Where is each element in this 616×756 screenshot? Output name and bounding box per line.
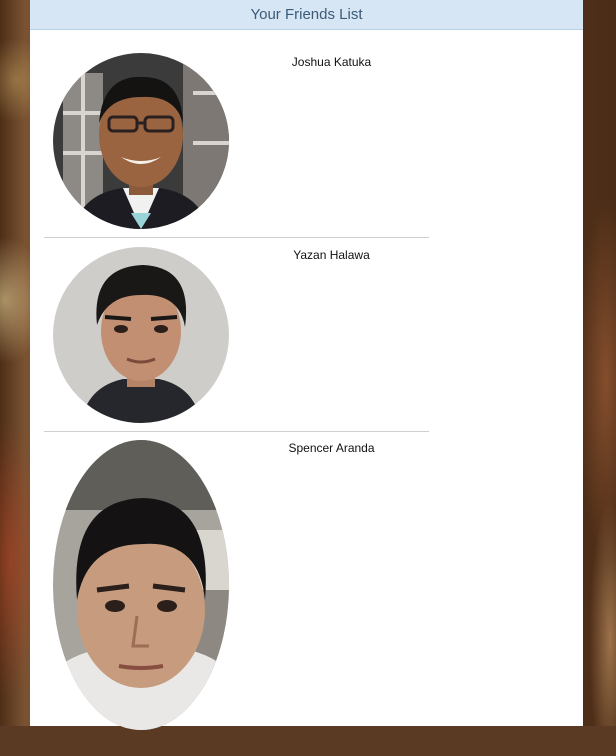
panel-title: Your Friends List <box>250 6 363 23</box>
avatar[interactable] <box>53 440 229 730</box>
avatar[interactable] <box>53 53 229 229</box>
avatar[interactable] <box>53 247 229 423</box>
list-item[interactable]: Yazan Halawa <box>44 238 429 432</box>
friend-name[interactable]: Joshua Katuka <box>234 55 429 69</box>
panel-header: Your Friends List <box>30 0 583 30</box>
friends-panel: Your Friends List Joshua Katuka Yazan Ha… <box>30 0 583 730</box>
friend-name[interactable]: Spencer Aranda <box>234 441 429 455</box>
list-item[interactable]: Spencer Aranda <box>44 431 429 756</box>
list-item[interactable]: Joshua Katuka <box>44 30 429 238</box>
friend-name[interactable]: Yazan Halawa <box>234 248 429 262</box>
